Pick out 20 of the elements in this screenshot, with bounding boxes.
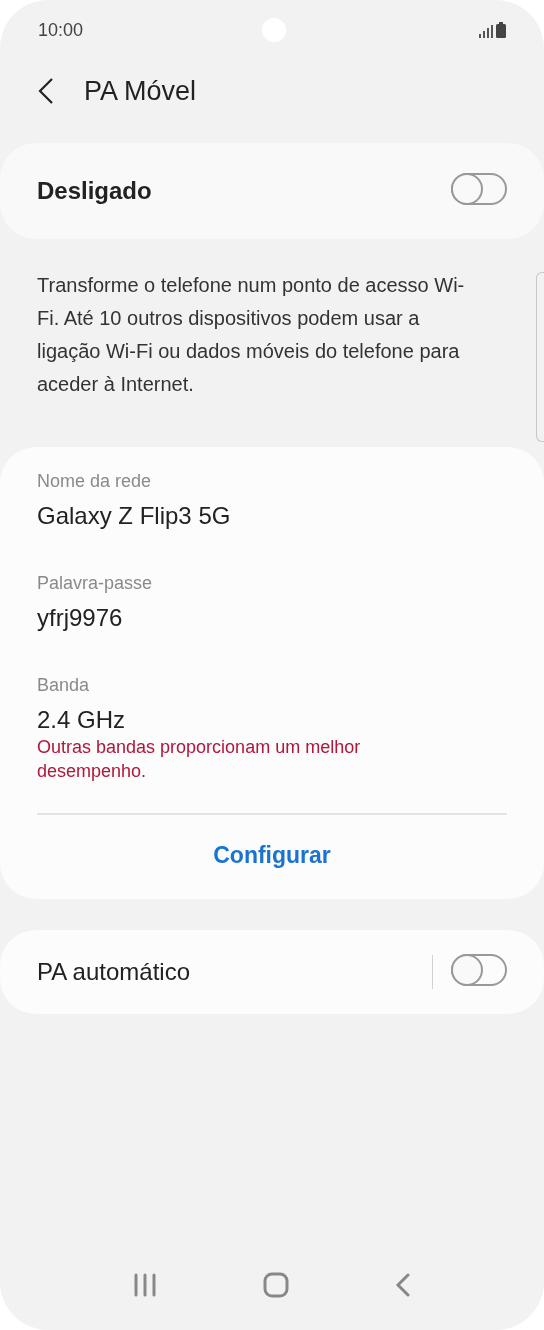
configure-button[interactable]: Configurar: [197, 829, 347, 881]
description-text: Transforme o telefone num ponto de acesso Wi-Fi. Até 10 outros dispositivos podem usar a ligação Wi-Fi ou dados móveis do telefone para aceder à Internet.: [37, 273, 466, 397]
field-value: 2.4 GHz: [37, 705, 127, 735]
toggle-switch[interactable]: [451, 172, 507, 205]
signal-icon: [479, 24, 493, 38]
recent-apps-icon[interactable]: [133, 1273, 157, 1297]
field-value: yfrj9976: [37, 603, 124, 633]
battery-icon: [496, 22, 506, 38]
field-label: Banda: [37, 674, 91, 697]
back-icon[interactable]: [395, 1273, 411, 1297]
status-time: 10:00: [38, 18, 84, 42]
warning-text: Outras bandas proporcionam um melhor desempenho.: [37, 736, 362, 783]
page-title: PA Móvel: [84, 74, 197, 108]
toggle-label: PA automático: [37, 957, 190, 987]
toggle-label: Desligado: [37, 176, 152, 206]
toggle-switch[interactable]: [451, 953, 507, 986]
field-value: Galaxy Z Flip3 5G: [37, 501, 232, 531]
field-label: Nome da rede: [37, 470, 153, 493]
home-icon[interactable]: [263, 1272, 289, 1298]
field-label: Palavra-passe: [37, 572, 154, 595]
